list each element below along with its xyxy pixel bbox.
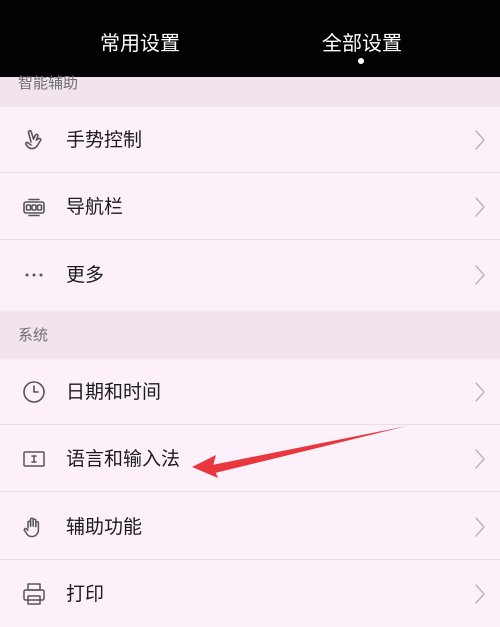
top-tab-bar: 常用设置 全部设置 <box>0 0 500 77</box>
section-title-system: 系统 <box>18 326 49 344</box>
chevron-right-icon <box>474 196 486 218</box>
list-item-label: 辅助功能 <box>66 516 143 538</box>
chevron-right-icon <box>474 381 486 403</box>
clock-icon <box>20 378 48 406</box>
accessibility-hand-icon <box>20 513 48 541</box>
list-item-navigation-bar[interactable]: 导航栏 <box>0 174 500 240</box>
divider <box>0 239 500 240</box>
list-item-date-time[interactable]: 日期和时间 <box>0 359 500 425</box>
more-dots-icon <box>20 261 48 289</box>
section-header-smart-assist: 智能辅助 <box>0 74 500 107</box>
list-item-gesture-control[interactable]: 手势控制 <box>0 107 500 173</box>
chevron-right-icon <box>474 583 486 605</box>
printer-icon <box>20 580 48 608</box>
divider <box>0 559 500 560</box>
list-item-accessibility[interactable]: 辅助功能 <box>0 494 500 560</box>
keyboard-input-icon <box>20 445 48 473</box>
chevron-right-icon <box>474 516 486 538</box>
list-item-language-input[interactable]: 语言和输入法 <box>0 426 500 492</box>
list-item-label: 更多 <box>66 264 105 286</box>
list-item-label: 导航栏 <box>66 196 124 218</box>
tab-common-settings[interactable]: 常用设置 <box>70 28 210 58</box>
section-title-smart-assist: 智能辅助 <box>18 74 79 92</box>
chevron-right-icon <box>474 129 486 151</box>
chevron-right-icon <box>474 448 486 470</box>
gesture-hand-icon <box>20 126 48 154</box>
chevron-right-icon <box>474 264 486 286</box>
divider <box>0 491 500 492</box>
section-header-system: 系统 <box>0 311 500 359</box>
list-item-label: 打印 <box>66 583 105 605</box>
active-tab-indicator <box>358 58 364 64</box>
navigation-bar-icon <box>20 193 48 221</box>
list-item-print[interactable]: 打印 <box>0 561 500 627</box>
divider <box>0 172 500 173</box>
tab-all-settings[interactable]: 全部设置 <box>292 28 432 58</box>
list-item-label: 日期和时间 <box>66 381 162 403</box>
divider <box>0 424 500 425</box>
list-item-label: 语言和输入法 <box>66 448 181 470</box>
list-item-label: 手势控制 <box>66 129 143 151</box>
list-item-more[interactable]: 更多 <box>0 242 500 308</box>
